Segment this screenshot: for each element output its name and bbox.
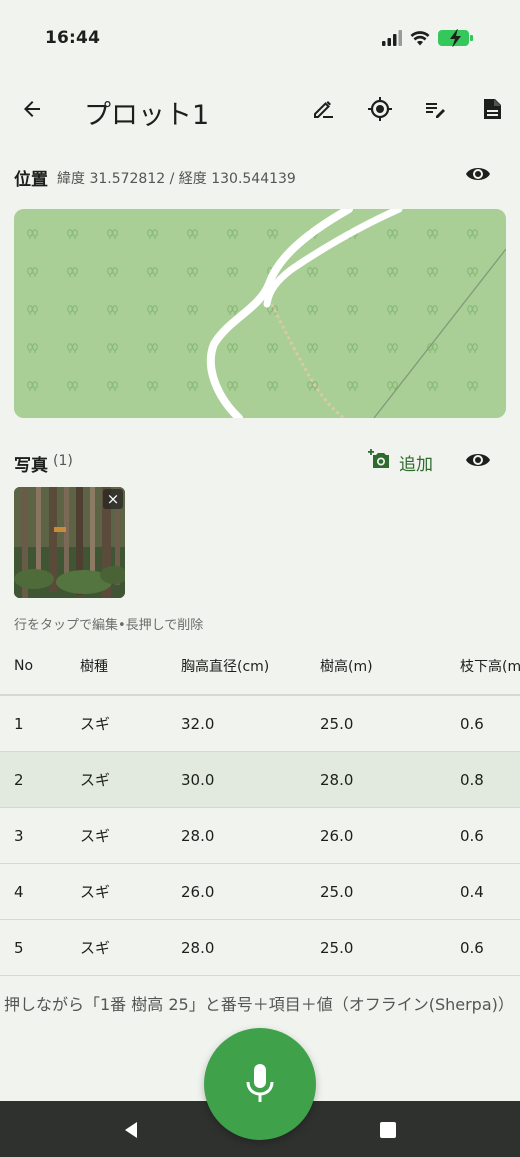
- cell-dbh: 32.0: [181, 714, 215, 733]
- wifi-icon: [410, 31, 430, 46]
- photo-visibility-toggle[interactable]: [460, 442, 496, 478]
- gps-button[interactable]: [362, 91, 398, 127]
- cell-species: スギ: [80, 827, 111, 845]
- tree-table: No 樹種 胸高直径(cm) 樹高(m) 枝下高(m 1 スギ 32.0 25.…: [0, 638, 520, 976]
- table-row[interactable]: 1 スギ 32.0 25.0 0.6: [0, 696, 520, 752]
- photo-thumbnail[interactable]: ×: [14, 487, 125, 598]
- status-time: 16:44: [45, 28, 101, 48]
- status-icons: [382, 27, 476, 49]
- cell-species: スギ: [80, 939, 111, 957]
- eye-icon: [466, 454, 490, 466]
- cell-branch-height: 0.6: [460, 938, 484, 957]
- back-button[interactable]: [14, 91, 50, 127]
- column-header: No: [14, 658, 34, 674]
- cell-branch-height: 0.6: [460, 826, 484, 845]
- cell-height: 25.0: [320, 714, 354, 733]
- cell-species: スギ: [80, 771, 111, 789]
- cell-branch-height: 0.8: [460, 770, 484, 789]
- cell-height: 25.0: [320, 882, 354, 901]
- column-header: 樹高(m): [320, 659, 373, 675]
- add-photo-icon: [368, 449, 389, 468]
- cell-species: スギ: [80, 883, 111, 901]
- cell-species: スギ: [80, 715, 111, 733]
- cell-height: 28.0: [320, 770, 354, 789]
- edit-note-button[interactable]: [418, 91, 454, 127]
- table-row[interactable]: 3 スギ 28.0 26.0 0.6: [0, 808, 520, 864]
- cell-height: 26.0: [320, 826, 354, 845]
- cell-dbh: 28.0: [181, 938, 215, 957]
- eye-icon: [466, 168, 490, 180]
- voice-input-hint: 押しながら「1番 樹高 25」と番号＋項目＋値（オフライン(Sherpa)）: [4, 995, 514, 1014]
- cell-dbh: 30.0: [181, 770, 215, 789]
- add-photo-button[interactable]: [368, 448, 392, 472]
- back-arrow-icon: [24, 101, 40, 117]
- cell-no: 5: [14, 938, 24, 957]
- cell-no: 3: [14, 826, 24, 845]
- voice-input-button[interactable]: [204, 1028, 316, 1140]
- battery-charging-icon: [438, 29, 473, 47]
- nav-recents-icon: [380, 1122, 396, 1138]
- photo-count: (1): [53, 453, 73, 469]
- nav-back-icon: [125, 1122, 137, 1138]
- table-hint: 行をタップで編集•長押しで削除: [14, 618, 204, 633]
- microphone-icon: [246, 1064, 274, 1102]
- cell-no: 1: [14, 714, 24, 733]
- page-title: プロット1: [84, 100, 210, 131]
- edit-note-icon: [426, 103, 445, 118]
- nav-back-button[interactable]: [111, 1110, 151, 1150]
- signal-icon: [382, 30, 402, 46]
- column-header: 枝下高(m: [460, 659, 520, 675]
- column-header: 胸高直径(cm): [181, 659, 270, 675]
- gps-target-icon: [368, 97, 392, 121]
- cell-dbh: 26.0: [181, 882, 215, 901]
- add-photo-label[interactable]: 追加: [399, 450, 433, 475]
- save-button[interactable]: [474, 91, 510, 127]
- cell-dbh: 28.0: [181, 826, 215, 845]
- remove-photo-button[interactable]: ×: [103, 489, 123, 509]
- edit-pencil-icon: [314, 101, 333, 118]
- cell-height: 25.0: [320, 938, 354, 957]
- column-header: 樹種: [80, 659, 108, 675]
- table-row[interactable]: 2 スギ 30.0 28.0 0.8: [0, 752, 520, 808]
- map-view[interactable]: [14, 209, 506, 418]
- save-file-icon: [484, 99, 501, 119]
- table-header: No 樹種 胸高直径(cm) 樹高(m) 枝下高(m: [0, 638, 520, 696]
- map-canvas: [14, 209, 506, 418]
- photo-label: 写真: [14, 456, 48, 476]
- location-label: 位置: [14, 170, 48, 190]
- location-coords: 緯度 31.572812 / 経度 130.544139: [57, 171, 296, 187]
- table-row[interactable]: 4 スギ 26.0 25.0 0.4: [0, 864, 520, 920]
- edit-button[interactable]: [305, 91, 341, 127]
- cell-branch-height: 0.4: [460, 882, 484, 901]
- cell-no: 2: [14, 770, 24, 789]
- cell-branch-height: 0.6: [460, 714, 484, 733]
- nav-recents-button[interactable]: [368, 1110, 408, 1150]
- table-row[interactable]: 5 スギ 28.0 25.0 0.6: [0, 920, 520, 976]
- location-visibility-toggle[interactable]: [460, 156, 496, 192]
- cell-no: 4: [14, 882, 24, 901]
